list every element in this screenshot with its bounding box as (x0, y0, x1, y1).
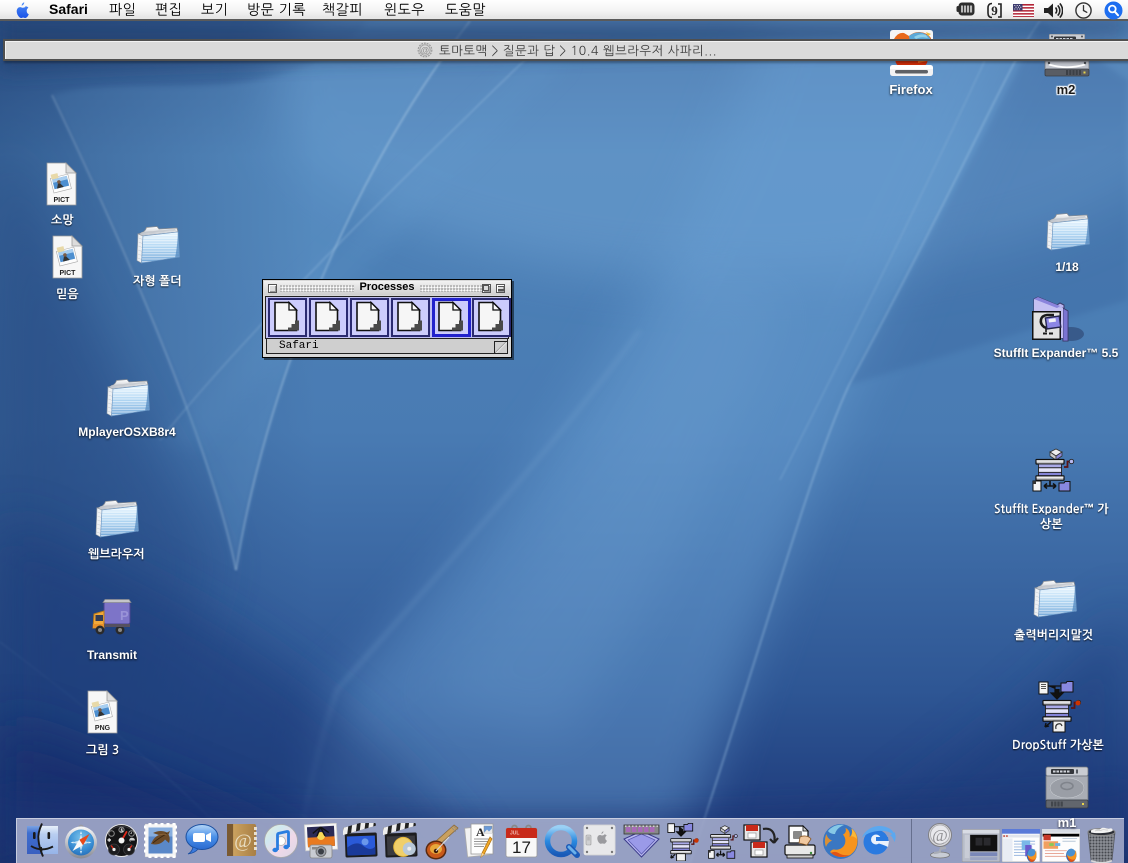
svg-text:PNG: PNG (95, 725, 111, 732)
svg-text:PICT: PICT (54, 197, 71, 204)
svg-text:@: @ (234, 831, 252, 852)
svg-text:A: A (476, 825, 485, 839)
svg-text:JUL: JUL (510, 831, 519, 837)
svg-text:PICT: PICT (60, 270, 77, 277)
svg-text:@: @ (420, 45, 429, 55)
svg-text:17: 17 (512, 838, 531, 857)
svg-text:P: P (120, 608, 129, 623)
svg-text:9: 9 (991, 3, 998, 18)
svg-text:@: @ (932, 826, 948, 845)
